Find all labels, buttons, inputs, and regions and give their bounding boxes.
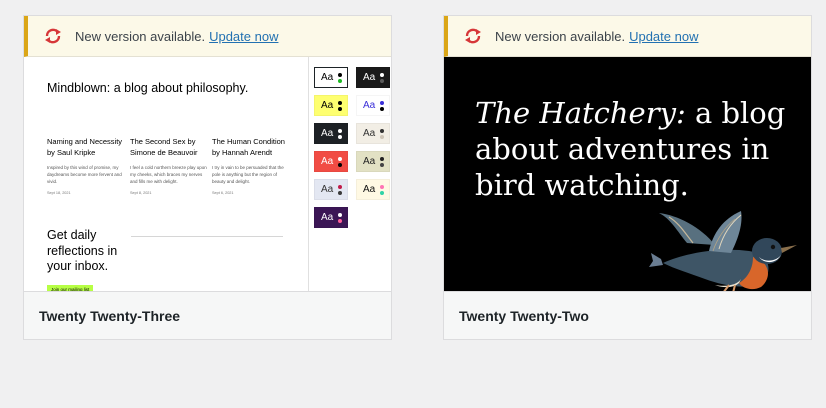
swatch-label: Aa: [363, 156, 376, 167]
swatch-color-dots: [338, 73, 342, 85]
style-variation-swatch: Aa: [314, 95, 348, 116]
swatch-label: Aa: [363, 128, 376, 139]
preview-post-date: Sept 8, 2021: [130, 191, 152, 195]
swatch-label: Aa: [363, 72, 376, 83]
preview-post-title: Naming and Necessity by Saul Kripke: [47, 137, 123, 157]
preview-post-title: The Human Condition by Hannah Arendt: [212, 137, 285, 157]
style-variation-swatch: Aa: [356, 123, 390, 144]
update-notice-text: New version available.: [75, 28, 206, 44]
theme-name[interactable]: Twenty Twenty-Two: [444, 291, 811, 339]
style-variation-swatch: Aa: [356, 179, 390, 200]
update-now-link[interactable]: Update now: [629, 29, 698, 44]
update-notice: New version available. Update now: [24, 16, 391, 57]
swatch-label: Aa: [321, 156, 334, 167]
update-notice-text: New version available.: [495, 28, 626, 44]
update-now-link[interactable]: Update now: [209, 29, 278, 44]
preview-post: The Human Condition by Hannah Arendt I t…: [212, 136, 290, 199]
swatch-label: Aa: [363, 184, 376, 195]
bird-illustration: [649, 211, 797, 294]
theme-screenshot[interactable]: Mindblown: a blog about philosophy. Nami…: [24, 57, 391, 294]
style-variation-swatch: Aa: [356, 67, 390, 88]
swatch-label: Aa: [321, 184, 334, 195]
style-variations-panel: Aa Aa Aa Aa Aa Aa Aa Aa Aa Aa Aa: [308, 57, 391, 294]
style-variation-swatch: Aa: [314, 123, 348, 144]
theme-card-twenty-twenty-two[interactable]: New version available. Update now The Ha…: [443, 15, 812, 340]
preview-headline: The Hatchery: a blog about adventures in…: [475, 95, 795, 203]
theme-screenshot[interactable]: The Hatchery: a blog about adventures in…: [444, 57, 811, 294]
style-variation-swatch: Aa: [356, 151, 390, 172]
style-variation-swatch: Aa: [314, 151, 348, 172]
swatch-color-dots: [338, 185, 342, 197]
swatch-color-dots: [338, 157, 342, 169]
theme-name[interactable]: Twenty Twenty-Three: [24, 291, 391, 339]
preview-divider: [131, 236, 283, 237]
preview-post-excerpt: Inspired by this wind of promise, my day…: [47, 165, 122, 184]
style-variation-swatch: Aa: [314, 67, 348, 88]
preview-post: Naming and Necessity by Saul Kripke Insp…: [47, 136, 125, 199]
update-icon: [43, 26, 63, 46]
swatch-color-dots: [380, 129, 384, 141]
update-notice: New version available. Update now: [444, 16, 811, 57]
swatch-label: Aa: [321, 72, 334, 83]
swatch-color-dots: [338, 101, 342, 113]
swatch-color-dots: [380, 73, 384, 85]
update-icon: [463, 26, 483, 46]
preview-cta-heading: Get daily reflections in your inbox.: [47, 228, 118, 273]
preview-site-title: Mindblown: a blog about philosophy.: [47, 81, 249, 95]
swatch-color-dots: [380, 157, 384, 169]
swatch-color-dots: [380, 101, 384, 113]
style-variation-swatch: Aa: [314, 179, 348, 200]
swatch-label: Aa: [321, 128, 334, 139]
swatch-color-dots: [338, 213, 342, 225]
preview-post-date: Sept 18, 2021: [47, 191, 71, 195]
theme-card-twenty-twenty-three[interactable]: New version available. Update now Mindbl…: [23, 15, 392, 340]
preview-post-excerpt: I feel a cold northern breeze play upon …: [130, 165, 207, 184]
style-variation-swatch: Aa: [314, 207, 348, 228]
swatch-color-dots: [380, 185, 384, 197]
swatch-label: Aa: [321, 212, 334, 223]
swatch-label: Aa: [363, 100, 376, 111]
preview-headline-emphasis: The Hatchery:: [475, 96, 686, 130]
style-variation-swatch: Aa: [356, 95, 390, 116]
preview-post: The Second Sex by Simone de Beauvoir I f…: [130, 136, 208, 199]
preview-post-excerpt: I try in vain to be persuaded that the p…: [212, 165, 284, 184]
preview-post-date: Sept 6, 2021: [212, 191, 234, 195]
swatch-label: Aa: [321, 100, 334, 111]
preview-post-title: The Second Sex by Simone de Beauvoir: [130, 137, 198, 157]
swatch-color-dots: [338, 129, 342, 141]
